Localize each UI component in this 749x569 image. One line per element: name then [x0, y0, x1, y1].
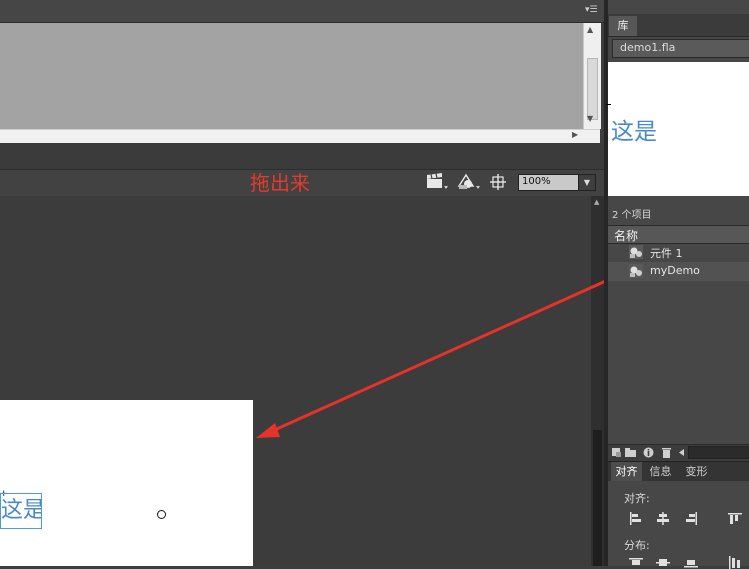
- new-symbol-icon[interactable]: [611, 447, 622, 458]
- distribute-bottom-icon[interactable]: [684, 556, 698, 569]
- tab-align[interactable]: 对齐: [611, 462, 642, 481]
- properties-icon[interactable]: [643, 447, 654, 458]
- delete-icon[interactable]: [661, 447, 672, 458]
- preview-text: 这是: [611, 119, 657, 145]
- distribute-left-icon[interactable]: [728, 556, 742, 569]
- align-top-icon[interactable]: [728, 512, 742, 525]
- distribute-top-icon[interactable]: [629, 556, 643, 569]
- document-name: demo1.fla: [620, 41, 676, 54]
- tab-info[interactable]: 信息: [645, 462, 676, 481]
- tab-library[interactable]: 库: [609, 16, 637, 36]
- library-item-label: myDemo: [650, 264, 700, 277]
- new-folder-icon[interactable]: [625, 447, 636, 458]
- library-item-label: 元件 1: [650, 247, 683, 260]
- align-left-icon[interactable]: [629, 512, 643, 525]
- library-column-header[interactable]: 名称: [608, 225, 749, 244]
- scroll-left-icon[interactable]: [676, 447, 687, 458]
- align-horizontal-center-icon[interactable]: [656, 512, 670, 525]
- library-item-count: 2 个项目: [612, 210, 652, 221]
- library-item[interactable]: 元件 1: [608, 243, 749, 262]
- tab-transform[interactable]: 变形: [679, 462, 714, 481]
- movieclip-symbol-icon: [629, 245, 643, 259]
- library-horizontal-scrollbar[interactable]: [688, 446, 749, 459]
- distribute-vertical-center-icon[interactable]: [656, 556, 670, 569]
- document-select[interactable]: demo1.fla: [612, 39, 749, 58]
- align-right-icon[interactable]: [684, 512, 698, 525]
- library-list[interactable]: [608, 281, 749, 443]
- distribute-section-label: 分布:: [624, 539, 650, 552]
- align-section-label: 对齐:: [624, 492, 650, 505]
- preview-registration-mark: [606, 104, 611, 105]
- column-name-label: 名称: [614, 229, 639, 243]
- movieclip-symbol-icon: [629, 264, 643, 278]
- library-item[interactable]: myDemo: [608, 262, 749, 281]
